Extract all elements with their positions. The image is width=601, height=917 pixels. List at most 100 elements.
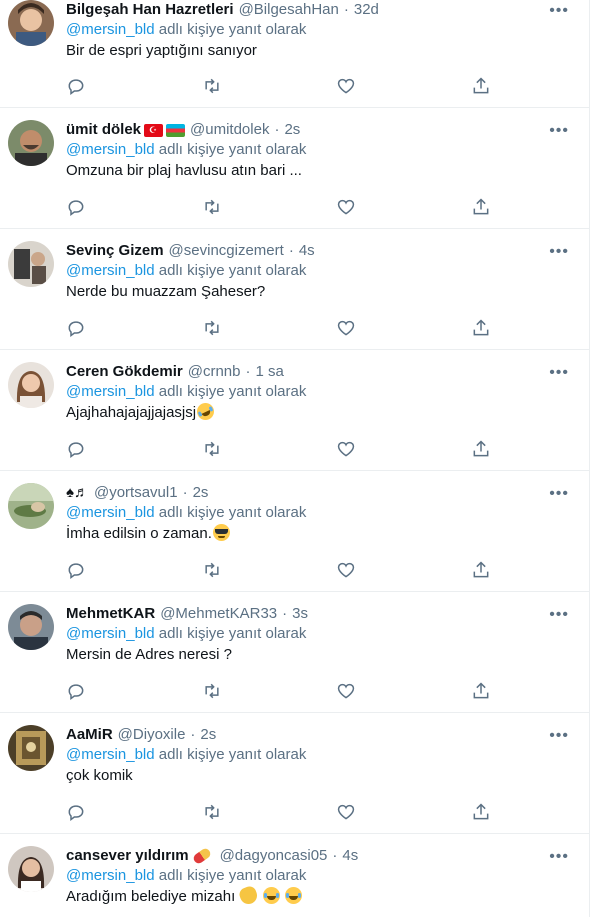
user-handle[interactable]: @dagyoncasi05 [220,846,328,866]
retweet-icon[interactable] [202,802,222,822]
tweet[interactable]: Sevinç Gizem @sevincgizemert · 4s @mersi… [0,229,589,350]
timestamp[interactable]: 2s [200,725,216,745]
reply-icon[interactable] [66,681,86,701]
like-icon[interactable] [336,439,356,459]
tweet-actions [66,76,496,98]
user-handle[interactable]: @crnnb [188,362,241,382]
like-icon[interactable] [336,681,356,701]
user-handle[interactable]: @sevincgizemert [169,241,284,261]
separator-dot: · [245,363,251,380]
tweet-text: Aradığım belediye mizahı [66,884,577,908]
mention-link[interactable]: @mersin_bld [66,262,155,279]
tears-of-joy-emoji-icon [262,887,280,904]
retweet-icon[interactable] [202,197,222,217]
tweet-header: Sevinç Gizem @sevincgizemert · 4s [66,241,577,261]
reply-context-label: adlı kişiye yanıt olarak [154,383,307,400]
retweet-icon[interactable] [202,439,222,459]
more-icon[interactable]: ••• [549,607,569,623]
mention-link[interactable]: @mersin_bld [66,867,155,884]
tweet-text: Nerde bu muazzam Şaheser? [66,283,266,300]
share-icon[interactable] [471,802,491,822]
more-icon[interactable]: ••• [549,365,569,381]
reply-context: @mersin_bld adlı kişiye yanıt olarak [66,866,577,886]
more-icon[interactable]: ••• [549,849,569,865]
display-name[interactable]: Sevinç Gizem [66,241,164,261]
more-icon[interactable]: ••• [549,728,569,744]
display-name[interactable]: Bilgeşah Han Hazretleri [66,0,234,20]
timestamp[interactable]: 32d [354,0,379,20]
more-icon[interactable]: ••• [549,123,569,139]
tweet-actions [66,439,496,461]
tweet[interactable]: MehmetKAR @MehmetKAR33 · 3s @mersin_bld … [0,592,589,713]
share-icon[interactable] [471,560,491,580]
timestamp[interactable]: 1 sa [255,362,283,382]
display-name[interactable]: ♠♬ [66,483,89,503]
mention-link[interactable]: @mersin_bld [66,625,155,642]
tweet[interactable]: cansever yıldırım @dagyoncasi05 · 4s @me… [0,834,589,917]
timestamp[interactable]: 3s [292,604,308,624]
tweet-header: cansever yıldırım @dagyoncasi05 · 4s [66,846,577,866]
avatar[interactable] [8,604,54,650]
more-icon[interactable]: ••• [549,486,569,502]
mention-link[interactable]: @mersin_bld [66,746,155,763]
more-icon[interactable]: ••• [549,3,569,19]
tweet-text-body: Aradığım belediye mizahı [66,888,240,905]
display-name[interactable]: MehmetKAR [66,604,155,624]
retweet-icon[interactable] [202,318,222,338]
tweet[interactable]: ♠♬ @yortsavul1 · 2s @mersin_bld adlı kiş… [0,471,589,592]
like-icon[interactable] [336,76,356,96]
share-icon[interactable] [471,76,491,96]
share-icon[interactable] [471,197,491,217]
retweet-icon[interactable] [202,681,222,701]
retweet-icon[interactable] [202,560,222,580]
mention-link[interactable]: @mersin_bld [66,141,155,158]
reply-icon[interactable] [66,197,86,217]
tweet-text-body: Ajajhahajajajjajasjsj [66,404,197,421]
tweet[interactable]: Bilgeşah Han Hazretleri @BilgesahHan · 3… [0,0,589,108]
avatar[interactable] [8,483,54,529]
tweet-text: çok komik [66,767,133,784]
like-icon[interactable] [336,560,356,580]
avatar[interactable] [8,725,54,771]
reply-icon[interactable] [66,560,86,580]
user-handle[interactable]: @BilgesahHan [239,0,339,20]
clapping-hands-emoji-icon [238,884,260,907]
like-icon[interactable] [336,802,356,822]
user-handle[interactable]: @Diyoxile [118,725,186,745]
avatar[interactable] [8,846,54,892]
avatar[interactable] [8,362,54,408]
tweet-text: Bir de espri yaptığını sanıyor [66,42,257,59]
avatar[interactable] [8,0,54,46]
mention-link[interactable]: @mersin_bld [66,504,155,521]
like-icon[interactable] [336,318,356,338]
share-icon[interactable] [471,439,491,459]
reply-icon[interactable] [66,76,86,96]
more-icon[interactable]: ••• [549,244,569,260]
user-handle[interactable]: @umitdolek [190,120,269,140]
display-name[interactable]: Ceren Gökdemir [66,362,183,382]
reply-icon[interactable] [66,802,86,822]
timestamp[interactable]: 2s [284,120,300,140]
timestamp[interactable]: 2s [193,483,209,503]
like-icon[interactable] [336,197,356,217]
share-icon[interactable] [471,681,491,701]
mention-link[interactable]: @mersin_bld [66,21,155,38]
reply-icon[interactable] [66,439,86,459]
timestamp[interactable]: 4s [342,846,358,866]
tweet[interactable]: ümit dölek @umitdolek · 2s @mersin_bld a… [0,108,589,229]
share-icon[interactable] [471,318,491,338]
avatar[interactable] [8,120,54,166]
user-handle[interactable]: @MehmetKAR33 [160,604,277,624]
display-name[interactable]: AaMiR [66,725,113,745]
tweet[interactable]: AaMiR @Diyoxile · 2s @mersin_bld adlı ki… [0,713,589,834]
display-name[interactable]: ümit dölek [66,120,141,140]
mention-link[interactable]: @mersin_bld [66,383,155,400]
display-name[interactable]: cansever yıldırım [66,846,189,866]
retweet-icon[interactable] [202,76,222,96]
avatar[interactable] [8,241,54,287]
user-handle[interactable]: @yortsavul1 [94,483,178,503]
timestamp[interactable]: 4s [299,241,315,261]
reply-icon[interactable] [66,318,86,338]
reply-context-label: adlı kişiye yanıt olarak [154,867,307,884]
tweet[interactable]: Ceren Gökdemir @crnnb · 1 sa @mersin_bld… [0,350,589,471]
